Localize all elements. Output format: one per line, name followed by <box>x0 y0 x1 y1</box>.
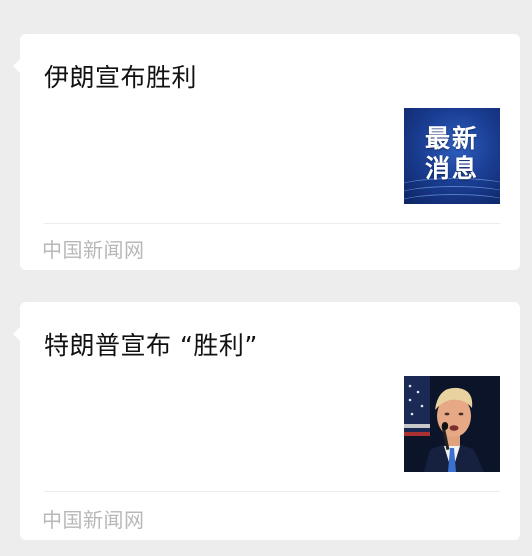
thumbnail-caption-line: 最新 <box>424 124 479 153</box>
card-divider <box>44 491 500 492</box>
thumbnail-caption-line: 消息 <box>424 154 479 183</box>
article-headline[interactable]: 伊朗宣布胜利 <box>44 58 197 94</box>
article-headline[interactable]: 特朗普宣布 “胜利” <box>44 326 258 362</box>
article-thumbnail[interactable]: 最新 消息 <box>404 108 500 204</box>
thumbnail-wave-decoration <box>404 194 500 204</box>
news-card[interactable]: 伊朗宣布胜利 最新 消息 中国新闻网 <box>13 34 520 270</box>
card-divider <box>44 223 500 224</box>
news-feed: 伊朗宣布胜利 最新 消息 中国新闻网 特朗普宣布 “胜利” 中国新闻网 <box>0 0 532 556</box>
card-notch <box>13 58 21 74</box>
card-notch <box>13 326 21 342</box>
portrait-photo <box>404 376 500 472</box>
article-source[interactable]: 中国新闻网 <box>42 234 145 263</box>
news-card[interactable]: 特朗普宣布 “胜利” 中国新闻网 <box>13 302 520 540</box>
article-thumbnail[interactable] <box>404 376 500 472</box>
thumbnail-caption: 最新 消息 <box>404 124 500 184</box>
article-source[interactable]: 中国新闻网 <box>42 504 145 533</box>
